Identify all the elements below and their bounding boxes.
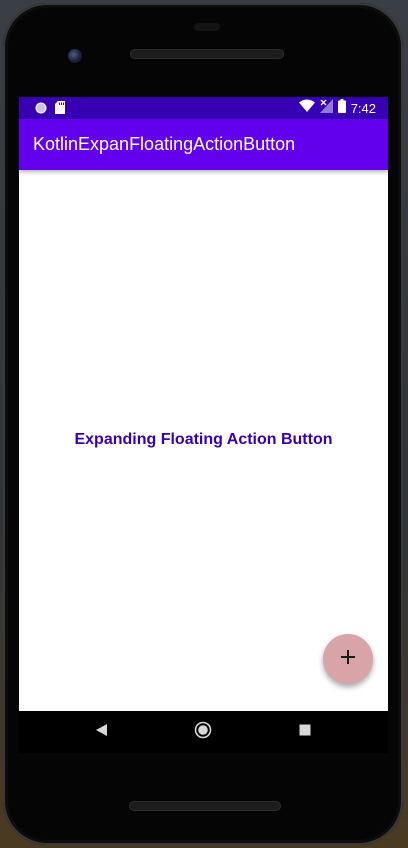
home-button[interactable]: [194, 721, 212, 744]
bottom-speaker-grille: [129, 801, 281, 811]
top-sensor: [194, 23, 220, 31]
sd-card-icon: [55, 101, 65, 119]
device-screen: 7:42 KotlinExpanFloatingActionButton Exp…: [19, 97, 388, 711]
wifi-icon: [298, 99, 315, 117]
expand-fab-button[interactable]: [323, 634, 373, 684]
notification-dot-icon: [35, 101, 47, 119]
app-toolbar: KotlinExpanFloatingActionButton: [19, 119, 388, 170]
app-title: KotlinExpanFloatingActionButton: [33, 134, 296, 154]
navigation-bar: [19, 711, 388, 753]
home-icon: [194, 721, 212, 744]
plus-icon: [341, 649, 355, 669]
top-speaker-grille: [130, 49, 284, 59]
back-button[interactable]: [93, 723, 111, 741]
battery-icon: [337, 98, 346, 118]
main-heading: Expanding Floating Action Button: [74, 431, 333, 448]
recents-icon: [299, 723, 311, 741]
back-icon: [96, 723, 108, 741]
status-right-icons: 7:42: [298, 98, 376, 118]
cell-signal-icon: [319, 98, 333, 118]
status-clock: 7:42: [350, 100, 376, 116]
status-bar: 7:42: [19, 97, 388, 119]
recents-button[interactable]: [296, 723, 314, 741]
status-left-icons: [35, 101, 65, 119]
front-camera-icon: [68, 49, 82, 63]
